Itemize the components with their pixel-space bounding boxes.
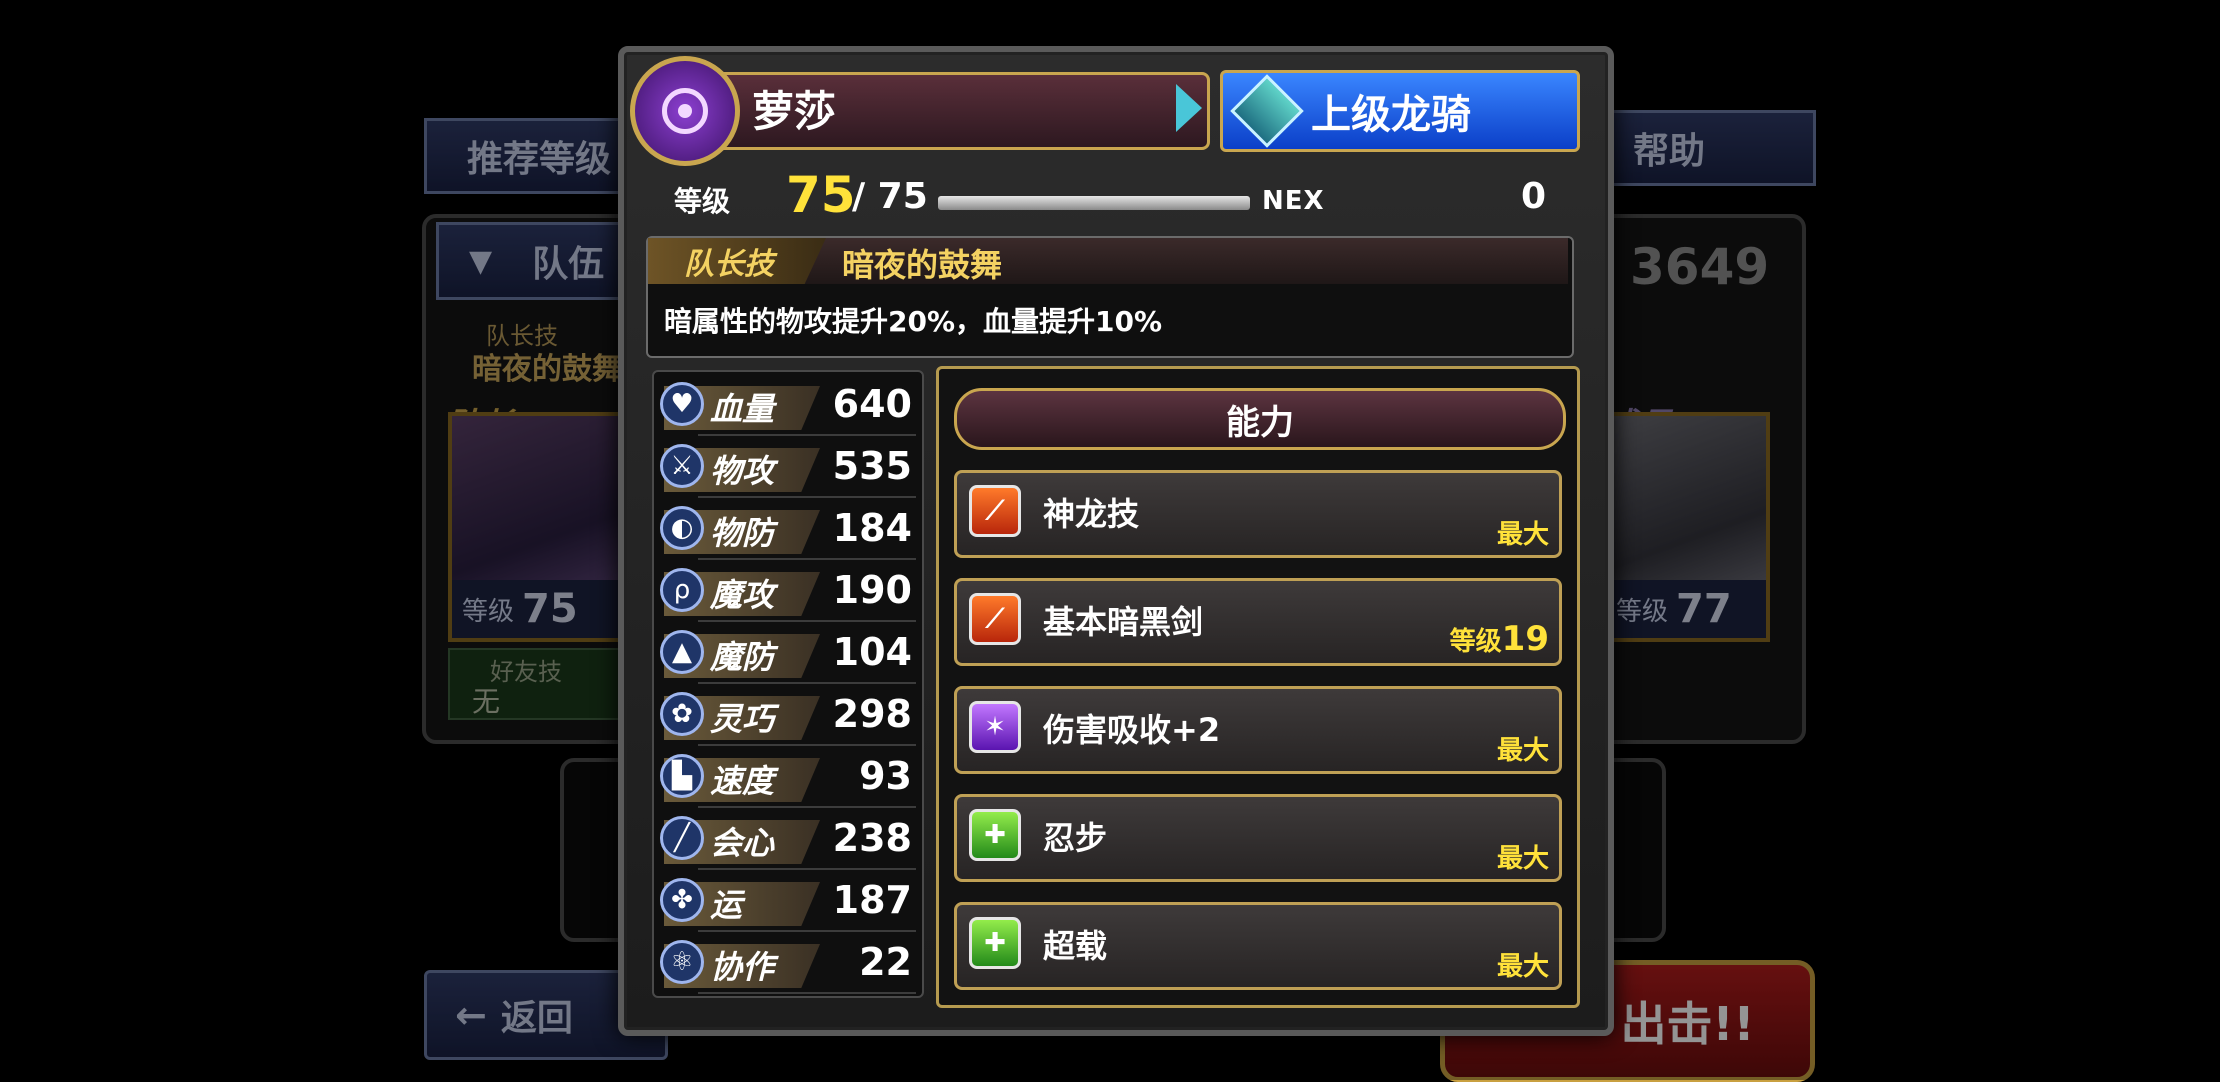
stat-value: 184	[832, 506, 912, 550]
fire-slash-icon: ⟋	[969, 593, 1021, 645]
ability-row[interactable]: ⟋ 神龙技最大	[954, 470, 1562, 558]
stat-row: ✤ 运 187	[658, 874, 916, 932]
stat-divider	[698, 744, 916, 746]
stat-divider	[698, 620, 916, 622]
ability-name: 伤害吸收+2	[1043, 711, 1221, 749]
shield-icon: ◐	[660, 506, 704, 550]
leader-skill-tag: 队长技	[648, 238, 826, 284]
class-name: 上级龙骑	[1311, 92, 1471, 138]
stat-name: 魔防	[710, 638, 775, 676]
stat-row: ρ 魔攻 190	[658, 564, 916, 622]
stat-name: 魔攻	[710, 576, 775, 614]
ability-row[interactable]: ✚ 超载最大	[954, 902, 1562, 990]
stat-value: 187	[832, 878, 912, 922]
stat-row: ♥ 血量 640	[658, 378, 916, 436]
stat-name: 血量	[710, 390, 775, 428]
ability-name: 忍步	[1043, 819, 1108, 857]
stat-row: ▙ 速度 93	[658, 750, 916, 808]
level-label: 等级	[674, 185, 731, 218]
level-current: 75	[786, 166, 856, 224]
leader-skill-name: 暗夜的鼓舞	[842, 246, 1003, 284]
clover-icon: ✤	[660, 878, 704, 922]
stat-divider	[698, 434, 916, 436]
stat-divider	[698, 558, 916, 560]
stat-name: 运	[710, 886, 743, 924]
dark-element-icon	[630, 56, 740, 166]
blade-icon: ╱	[660, 816, 704, 860]
ability-level: 最大	[1496, 736, 1549, 766]
exp-bar-fill	[938, 196, 1250, 210]
stat-divider	[698, 992, 916, 994]
green-buff-icon: ✚	[969, 917, 1021, 969]
ability-row[interactable]: ⟋ 基本暗黑剑 等级19	[954, 578, 1562, 666]
stat-value: 298	[832, 692, 912, 736]
ability-row[interactable]: ✚ 忍步最大	[954, 794, 1562, 882]
green-buff-icon: ✚	[969, 809, 1021, 861]
exp-bar	[938, 196, 1250, 210]
spiral-icon: ✿	[660, 692, 704, 736]
class-button[interactable]: 上级龙骑	[1220, 70, 1580, 152]
stat-divider	[698, 868, 916, 870]
sword-icon: ⚔	[660, 444, 704, 488]
nex-value: 0	[1520, 176, 1546, 217]
stat-row: ✿ 灵巧 298	[658, 688, 916, 746]
atom-icon: ⚛	[660, 940, 704, 984]
ability-name: 超载	[1043, 927, 1108, 965]
ability-level: 最大	[1496, 952, 1549, 982]
stat-name: 物攻	[710, 452, 775, 490]
nex-label: NEX	[1262, 186, 1325, 216]
ability-row[interactable]: ✶ 伤害吸收+2 最大	[954, 686, 1562, 774]
stat-divider	[698, 496, 916, 498]
ability-level: 最大	[1496, 520, 1549, 550]
magic-shield-icon: ▲	[660, 630, 704, 674]
level-max: / 75	[852, 176, 928, 217]
stat-name: 会心	[710, 824, 775, 862]
stat-value: 93	[859, 754, 912, 798]
leader-skill-description: 暗属性的物攻提升20%，血量提升10%	[664, 305, 1163, 338]
stat-divider	[698, 806, 916, 808]
fire-slash-icon: ⟋	[969, 485, 1021, 537]
stat-row: ⚔ 物攻 535	[658, 440, 916, 498]
stat-value: 190	[832, 568, 912, 612]
stat-value: 104	[832, 630, 912, 674]
stat-value: 640	[832, 382, 912, 426]
stat-row: ▲ 魔防 104	[658, 626, 916, 684]
stat-row: ◐ 物防 184	[658, 502, 916, 560]
stat-divider	[698, 930, 916, 932]
absorb-icon: ✶	[969, 701, 1021, 753]
stat-row: ⚛ 协作 22	[658, 936, 916, 994]
heart-icon: ♥	[660, 382, 704, 426]
name-bar-chevron-icon	[1176, 84, 1202, 132]
stat-value: 22	[859, 940, 912, 984]
stat-name: 协作	[710, 948, 775, 986]
ability-name: 基本暗黑剑	[1043, 603, 1204, 641]
abilities-title: 能力	[954, 388, 1566, 450]
stat-divider	[698, 682, 916, 684]
boot-icon: ▙	[660, 754, 704, 798]
character-name: 萝莎	[752, 86, 837, 136]
stat-value: 535	[832, 444, 912, 488]
stat-name: 灵巧	[710, 700, 775, 738]
staff-icon: ρ	[660, 568, 704, 612]
stat-name: 速度	[710, 762, 775, 800]
stat-name: 物防	[710, 514, 775, 552]
stat-value: 238	[832, 816, 912, 860]
ability-level: 等级19	[1449, 619, 1549, 659]
stat-row: ╱ 会心 238	[658, 812, 916, 870]
ability-name: 神龙技	[1043, 495, 1140, 533]
lance-class-icon	[1230, 74, 1304, 148]
ability-level: 最大	[1496, 844, 1549, 874]
